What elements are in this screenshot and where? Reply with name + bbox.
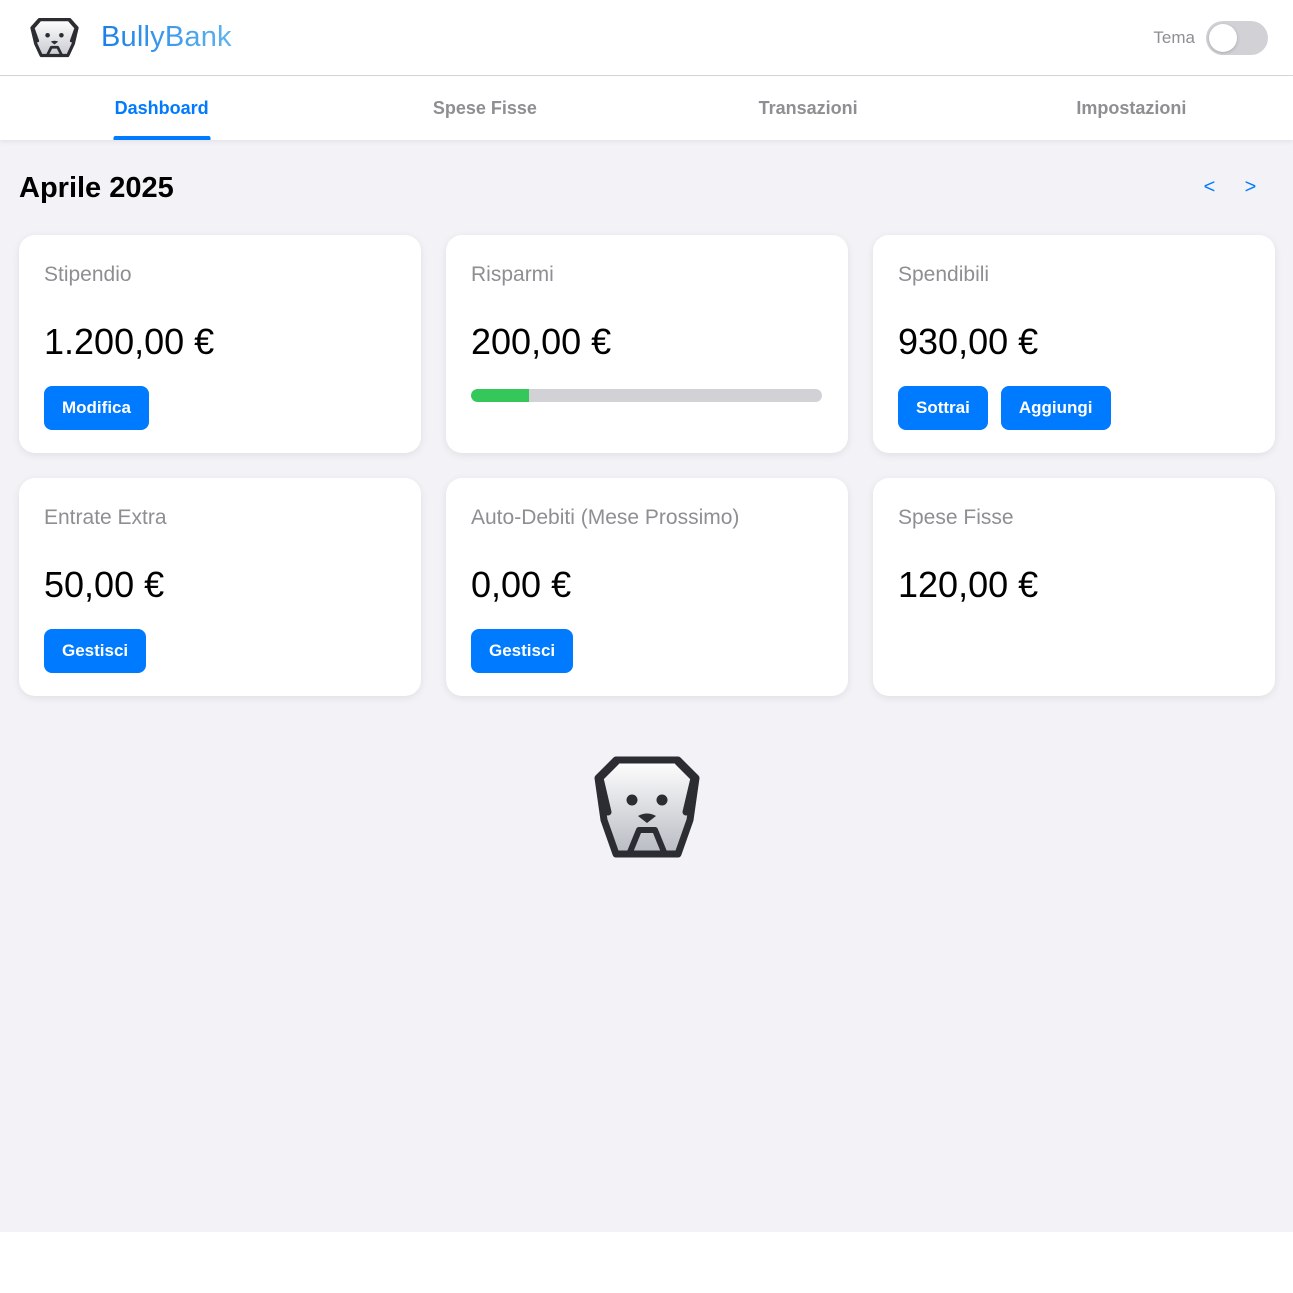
month-navigation: < > <box>1200 176 1274 199</box>
app-root: BullyBank Tema Dashboard Spese Fisse Tra… <box>0 0 1293 1293</box>
tab-bar: Dashboard Spese Fisse Transazioni Impost… <box>0 76 1293 140</box>
bottom-strip <box>0 1232 1293 1293</box>
savings-progress-fill <box>471 389 529 402</box>
card-entrate-extra: Entrate Extra 50,00 € Gestisci <box>19 478 421 696</box>
theme-switcher: Tema <box>1153 20 1268 55</box>
card-value: 120,00 € <box>898 564 1039 605</box>
brand-name: BullyBank <box>101 21 232 53</box>
savings-progress-bar <box>471 389 822 402</box>
previous-month-button[interactable]: < <box>1200 176 1219 199</box>
card-auto-debiti: Auto-Debiti (Mese Prossimo) 0,00 € Gesti… <box>446 478 848 696</box>
brand[interactable]: BullyBank <box>27 15 232 61</box>
card-title: Risparmi <box>471 263 554 286</box>
tab-spese-fisse[interactable]: Spese Fisse <box>323 76 646 140</box>
tab-label: Impostazioni <box>1076 97 1187 118</box>
modifica-button[interactable]: Modifica <box>44 386 149 430</box>
tab-transazioni[interactable]: Transazioni <box>647 76 970 140</box>
card-value: 930,00 € <box>898 321 1039 362</box>
card-title: Spendibili <box>898 263 990 286</box>
tab-label: Transazioni <box>758 97 858 118</box>
gestisci-debiti-button[interactable]: Gestisci <box>471 629 574 673</box>
tab-label: Dashboard <box>114 97 209 118</box>
next-month-button[interactable]: > <box>1241 176 1260 199</box>
month-title: Aprile 2025 <box>19 172 174 204</box>
month-header: Aprile 2025 < > <box>19 140 1274 235</box>
card-actions: Gestisci <box>471 629 823 673</box>
card-value: 0,00 € <box>471 564 572 605</box>
card-spendibili: Spendibili 930,00 € Sottrai Aggiungi <box>873 235 1275 453</box>
card-actions: Sottrai Aggiungi <box>898 386 1250 430</box>
card-value: 50,00 € <box>44 564 165 605</box>
card-title: Stipendio <box>44 263 132 286</box>
theme-label: Tema <box>1153 27 1195 47</box>
card-actions: Gestisci <box>44 629 396 673</box>
aggiungi-button[interactable]: Aggiungi <box>1000 386 1111 430</box>
bulldog-logo-icon <box>30 17 79 57</box>
card-title: Entrate Extra <box>44 506 167 529</box>
card-actions: Modifica <box>44 386 396 430</box>
bulldog-logo-icon <box>594 756 699 858</box>
summary-cards-grid: Stipendio 1.200,00 € Modifica Risparmi 2… <box>19 235 1275 696</box>
toggle-knob <box>1209 23 1237 52</box>
card-value: 1.200,00 € <box>44 321 215 362</box>
theme-toggle[interactable] <box>1206 20 1268 55</box>
card-stipendio: Stipendio 1.200,00 € Modifica <box>19 235 421 453</box>
sottrai-button[interactable]: Sottrai <box>898 386 988 430</box>
app-header: BullyBank Tema <box>0 0 1293 76</box>
gestisci-entrate-button[interactable]: Gestisci <box>44 629 147 673</box>
card-value: 200,00 € <box>471 321 612 362</box>
tab-label: Spese Fisse <box>432 97 537 118</box>
dashboard-main: Aprile 2025 < > Stipendio 1.200,00 € Mod… <box>0 140 1293 1232</box>
card-title: Spese Fisse <box>898 506 1014 529</box>
card-risparmi: Risparmi 200,00 € <box>446 235 848 453</box>
footer-logo-area <box>19 754 1274 864</box>
tab-dashboard[interactable]: Dashboard <box>0 76 323 140</box>
card-title: Auto-Debiti (Mese Prossimo) <box>471 506 740 529</box>
card-spese-fisse: Spese Fisse 120,00 € <box>873 478 1275 696</box>
tab-impostazioni[interactable]: Impostazioni <box>970 76 1293 140</box>
active-tab-indicator <box>113 136 211 140</box>
